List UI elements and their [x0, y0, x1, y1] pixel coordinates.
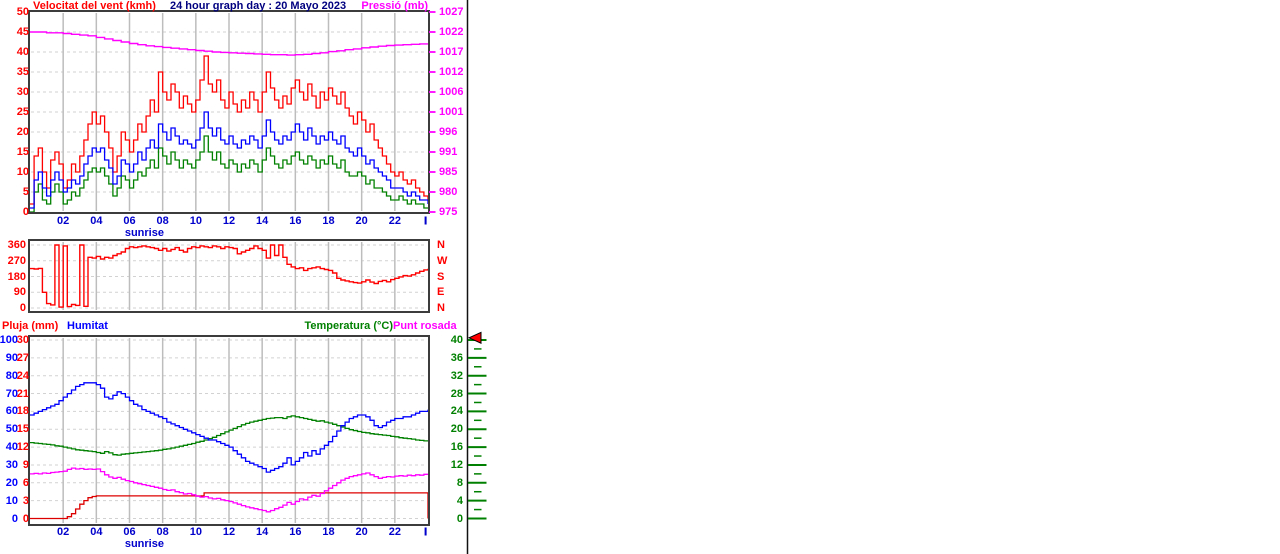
temperature-axis-tick-label: 32	[450, 369, 463, 382]
pressure-axis-tick-label: 996	[439, 126, 458, 138]
hour-tick-label-bottom: 20	[355, 526, 368, 538]
hour-tick-label-bottom: 16	[289, 526, 302, 538]
temperature-title: Temperatura (°C)	[304, 320, 393, 332]
direction-axis-tick-label: 360	[7, 239, 26, 251]
graph-date-title: 24 hour graph day : 20 Mayo 2023	[170, 0, 347, 12]
direction-axis-tick-label: 270	[7, 254, 26, 267]
hour-tick-label-bottom: 04	[90, 526, 103, 538]
rain-axis-tick-label: 30	[16, 334, 29, 346]
temperature-axis-tick-label: 8	[456, 476, 463, 489]
wind-axis-tick-label: 35	[16, 66, 29, 78]
rain-axis-tick-label: 3	[22, 494, 29, 507]
wind-axis-tick-label: 0	[22, 206, 29, 218]
hour-tick-label-bottom: 10	[189, 526, 202, 538]
rain-axis-tick-label: 21	[16, 387, 29, 400]
temperature-axis-tick-label: 0	[456, 512, 463, 525]
dewpoint-title: Punt rosada	[393, 320, 457, 332]
hour-tick-label-bottom: 18	[322, 526, 335, 538]
compass-label: E	[437, 286, 445, 299]
wind-axis-tick-label: 15	[16, 146, 29, 158]
hour-tick-label-top: 18	[322, 215, 335, 227]
wind-axis-tick-label: 50	[16, 6, 29, 18]
hour-tick-label-top: 02	[57, 215, 70, 227]
wind-axis-tick-label: 25	[16, 106, 29, 118]
hour-tick-label-top: 14	[256, 215, 269, 227]
rain-title: Pluja (mm)	[2, 320, 59, 332]
temperature-axis-tick-label: 28	[450, 387, 463, 400]
pressure-title: Pressió (mb)	[361, 0, 428, 12]
pressure-axis-tick-label: 975	[439, 206, 458, 218]
hour-tick-label-bottom: 08	[156, 526, 169, 538]
wind-speed-title: Velocitat del vent (kmh)	[33, 0, 156, 12]
temperature-axis-tick-label: 16	[450, 441, 463, 454]
rain-axis-tick-label: 12	[16, 441, 29, 454]
end-of-day-tick-bottom	[424, 527, 427, 536]
wind-axis-tick-label: 20	[16, 126, 29, 138]
direction-panel-grid	[31, 242, 427, 310]
hour-tick-label-bottom: 14	[256, 526, 269, 538]
pressure-axis-tick-label: 980	[439, 186, 458, 198]
weather-plots-svg	[28, 0, 487, 554]
wind-axis-tick-label: 30	[16, 86, 29, 98]
compass-label: N	[437, 239, 445, 251]
hour-tick-label-bottom: 12	[222, 526, 236, 538]
compass-label: W	[437, 254, 448, 267]
hour-tick-label-top: 20	[355, 215, 368, 227]
weather-station-24h-graph: 1027 1022 1017 1012 1006 1001 996 991 985 980 975 5…	[0, 0, 1280, 554]
rain-axis-tick-label: 9	[22, 458, 29, 471]
rain-axis-tick-label: 24	[16, 369, 29, 382]
compass-label: N	[437, 302, 445, 314]
sunrise-label-top: sunrise	[124, 227, 164, 239]
temperature-axis-tick-label: 12	[450, 458, 463, 471]
humidity-title: Humitat	[67, 320, 108, 332]
wind-axis-tick-label: 10	[16, 166, 29, 178]
wind-axis-tick-label: 5	[22, 186, 29, 198]
sunrise-label-bottom: sunrise	[124, 538, 164, 550]
wind-axis-tick-label: 45	[16, 26, 29, 38]
end-of-day-tick-top	[424, 216, 427, 225]
temperature-axis-tick-label: 20	[450, 423, 463, 436]
wind-axis-tick-label: 40	[16, 46, 29, 58]
hour-tick-label-bottom: 02	[57, 526, 70, 538]
direction-axis-tick-label: 0	[19, 302, 26, 314]
pressure-axis-tick-label: 1027	[439, 6, 464, 18]
temperature-scale-arrow-icon	[467, 331, 482, 344]
pressure-axis-tick-label: 985	[439, 166, 458, 178]
hour-tick-label-top: 06	[123, 215, 136, 227]
hour-tick-label-bottom: 06	[123, 526, 136, 538]
temperature-axis-tick-label: 4	[456, 494, 463, 507]
pressure-axis-tick-label: 1022	[439, 26, 464, 38]
temperature-axis-tick-label: 40	[450, 334, 463, 346]
hour-tick-label-top: 08	[156, 215, 169, 227]
temperature-scale-ticks	[468, 339, 487, 520]
wind-panel-grid	[31, 13, 427, 211]
rain-axis-tick-label: 6	[22, 476, 29, 489]
temperature-axis-tick-label: 24	[450, 405, 463, 418]
temperature-axis-tick-label: 36	[450, 351, 463, 364]
direction-axis-tick-label: 180	[7, 270, 26, 283]
rain-axis-tick-label: 18	[16, 405, 29, 418]
hour-tick-label-bottom: 22	[388, 526, 401, 538]
direction-axis-tick-label: 90	[13, 286, 26, 299]
pressure-axis-tick-label: 991	[439, 146, 458, 158]
hour-tick-label-top: 04	[90, 215, 103, 227]
pressure-axis-tick-label: 1012	[439, 66, 464, 78]
hour-tick-label-top: 10	[189, 215, 202, 227]
hour-tick-label-top: 22	[388, 215, 401, 227]
pressure-axis-tick-label: 1006	[439, 86, 464, 98]
rain-axis-tick-label: 0	[22, 512, 29, 525]
rain-axis-tick-label: 15	[16, 423, 29, 436]
pressure-axis-tick-label: 1001	[439, 106, 464, 118]
compass-label: S	[437, 270, 445, 283]
rain-axis-tick-label: 27	[16, 351, 29, 364]
pressure-axis-tick-label: 1017	[439, 46, 464, 58]
hour-tick-label-top: 12	[222, 215, 236, 227]
hour-tick-label-top: 16	[289, 215, 302, 227]
